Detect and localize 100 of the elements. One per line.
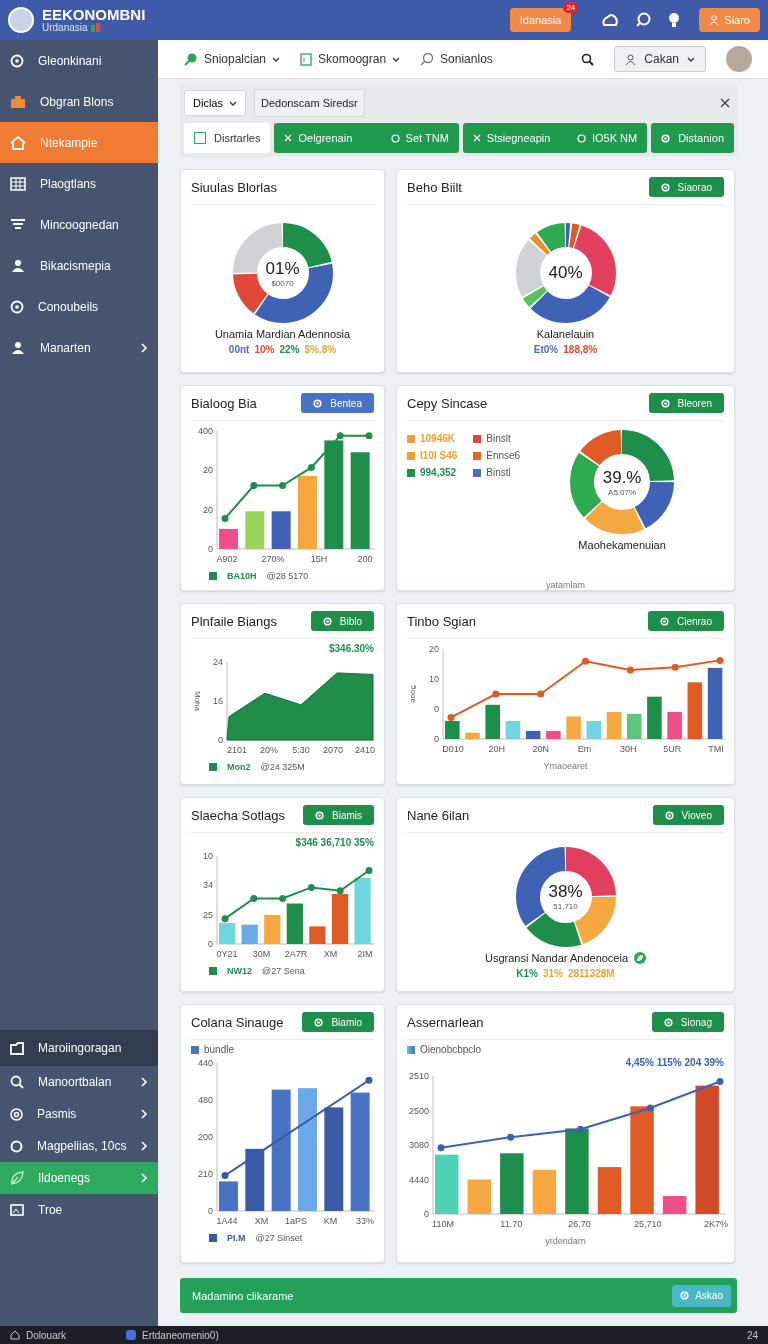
axis-label: 2A7R — [284, 949, 308, 959]
card-title: Bialoog Bia — [191, 395, 257, 411]
target-icon — [10, 1107, 23, 1121]
card-button[interactable]: Bleoren — [648, 393, 724, 413]
axis-label: 15H — [310, 554, 328, 564]
folder-icon — [10, 1041, 24, 1055]
search-icon[interactable] — [581, 52, 595, 66]
axis-label: 0 — [434, 734, 439, 744]
sidebar-item[interactable]: Plaogtlans — [0, 163, 158, 204]
card-button[interactable]: Sionag — [651, 1012, 724, 1032]
axis-label: 2500 — [408, 1105, 429, 1116]
taskbar-app[interactable]: Ertdaneomenio0) — [126, 1329, 219, 1341]
axis-label: 480 — [197, 1095, 213, 1105]
card-button[interactable]: Vioveo — [652, 805, 724, 825]
chart-caption: Usgransi Nandar Andenoceia — [484, 951, 629, 964]
axis-label: 200 — [357, 554, 373, 564]
sidebar-item[interactable]: Magpeliias, 10cs — [0, 1130, 158, 1162]
axis-label: XM — [254, 1216, 269, 1226]
axis-label: D010 — [442, 744, 464, 754]
gauge-icon — [10, 299, 24, 314]
card-button[interactable]: Biamio — [302, 1012, 374, 1032]
chart-caption: Kalanelauin — [536, 328, 595, 340]
filter-chip[interactable]: Stsiegneapin IO5K NM — [462, 123, 648, 153]
bulb-icon[interactable] — [667, 12, 682, 28]
legend-value: 10% — [254, 344, 275, 355]
legend-swatch — [191, 1045, 199, 1054]
donut-value: 38% — [548, 882, 583, 902]
close-icon[interactable] — [720, 98, 730, 108]
document-icon — [300, 52, 313, 66]
chevron-right-icon — [141, 1109, 148, 1119]
axis-label: 2410 — [355, 745, 375, 755]
sidebar-item[interactable]: Obgran Blons — [0, 81, 158, 122]
app-icon — [126, 1330, 137, 1340]
bar — [532, 1169, 557, 1214]
axis-label: 30M — [252, 949, 271, 959]
cloud-icon[interactable] — [601, 13, 620, 27]
filter-chip[interactable]: Distanion — [651, 123, 734, 153]
sidebar-item[interactable]: Mincoognedan — [0, 204, 158, 245]
user-icon — [625, 53, 637, 65]
card-title: Nane 6ilan — [407, 807, 470, 823]
card-button[interactable]: Cienrao — [647, 611, 724, 631]
card-title: Plnfaile Biangs — [191, 613, 277, 629]
card-title: Slaecha Sotlags — [191, 807, 285, 823]
card-button[interactable]: Biamis — [303, 805, 374, 825]
donut-subvalue: 51,710 — [553, 902, 578, 911]
nav-tab[interactable]: Sniopalcian — [184, 52, 281, 66]
card-button[interactable]: Siaorao — [648, 177, 724, 197]
bar — [707, 667, 723, 739]
sidebar-item[interactable]: Conoubeils — [0, 286, 158, 327]
card-button[interactable]: Bentea — [301, 393, 374, 413]
legend-label: PI.M — [227, 1233, 246, 1243]
dot-icon — [664, 810, 674, 820]
circle-icon — [390, 133, 400, 143]
sidebar-item[interactable]: Maroiingoragan — [0, 1030, 158, 1066]
sidebar-item[interactable]: Pasmis — [0, 1098, 158, 1130]
bar — [546, 730, 561, 739]
user-icon — [709, 15, 720, 25]
card-button[interactable]: Biblo — [310, 611, 374, 631]
filter-chip[interactable]: Disrtarles — [184, 123, 271, 153]
filter-chip[interactable]: Oelgrenain Set TNM — [274, 123, 459, 153]
bar — [586, 721, 602, 739]
nav-tab[interactable]: Sonianlos — [420, 52, 493, 66]
axis-label: 2K7% — [704, 1219, 728, 1229]
axis-label: 25 — [203, 909, 213, 920]
notification-badge: 24 — [563, 2, 579, 13]
axis-label: 24 — [213, 657, 223, 667]
axis-label: 0 — [218, 735, 223, 745]
bar — [500, 1153, 524, 1214]
tray-text: 24 — [746, 1329, 758, 1341]
legend-swatch — [407, 1045, 415, 1054]
card-title: Cepy Sincase — [407, 395, 488, 411]
axis-label: 20H — [488, 744, 506, 754]
legend-label: 994,352 — [420, 467, 457, 478]
axis-label: KM — [323, 1216, 338, 1226]
bar — [687, 682, 703, 739]
chevron-right-icon — [141, 1141, 148, 1151]
sidebar-item[interactable]: Bikacismepia — [0, 245, 158, 286]
legend-value: 00nt — [228, 344, 250, 355]
user-icon — [10, 340, 26, 355]
filter-dropdown[interactable]: Diclas — [184, 90, 246, 116]
dot-icon — [663, 1017, 673, 1027]
bar — [566, 716, 581, 739]
card-title: Colana Sinauge — [191, 1014, 284, 1030]
nav-tab[interactable]: Skomoogran — [300, 52, 401, 66]
sidebar-item[interactable]: Troe — [0, 1194, 158, 1226]
axis-label: 20% — [260, 745, 278, 755]
start-button[interactable]: Dolouark — [10, 1329, 67, 1341]
home-icon — [10, 1330, 20, 1340]
account-dropdown[interactable]: Cakan — [614, 46, 706, 72]
chat-icon[interactable] — [635, 12, 652, 28]
axis-label: 2510 — [408, 1071, 429, 1081]
sidebar-item[interactable]: Gleonkinani — [0, 40, 158, 81]
sidebar-item[interactable]: Manoortbalan — [0, 1066, 158, 1098]
card-title: Siuulas Blorlas — [191, 179, 277, 195]
chart-annotation: $346.30% — [328, 643, 374, 654]
bar — [241, 924, 258, 944]
axis-title: yrdendarn — [545, 1236, 586, 1246]
sidebar-item[interactable]: Manarten — [0, 327, 158, 368]
axis-label: 0 — [208, 1206, 213, 1216]
legend-label: Binslt — [486, 433, 511, 444]
